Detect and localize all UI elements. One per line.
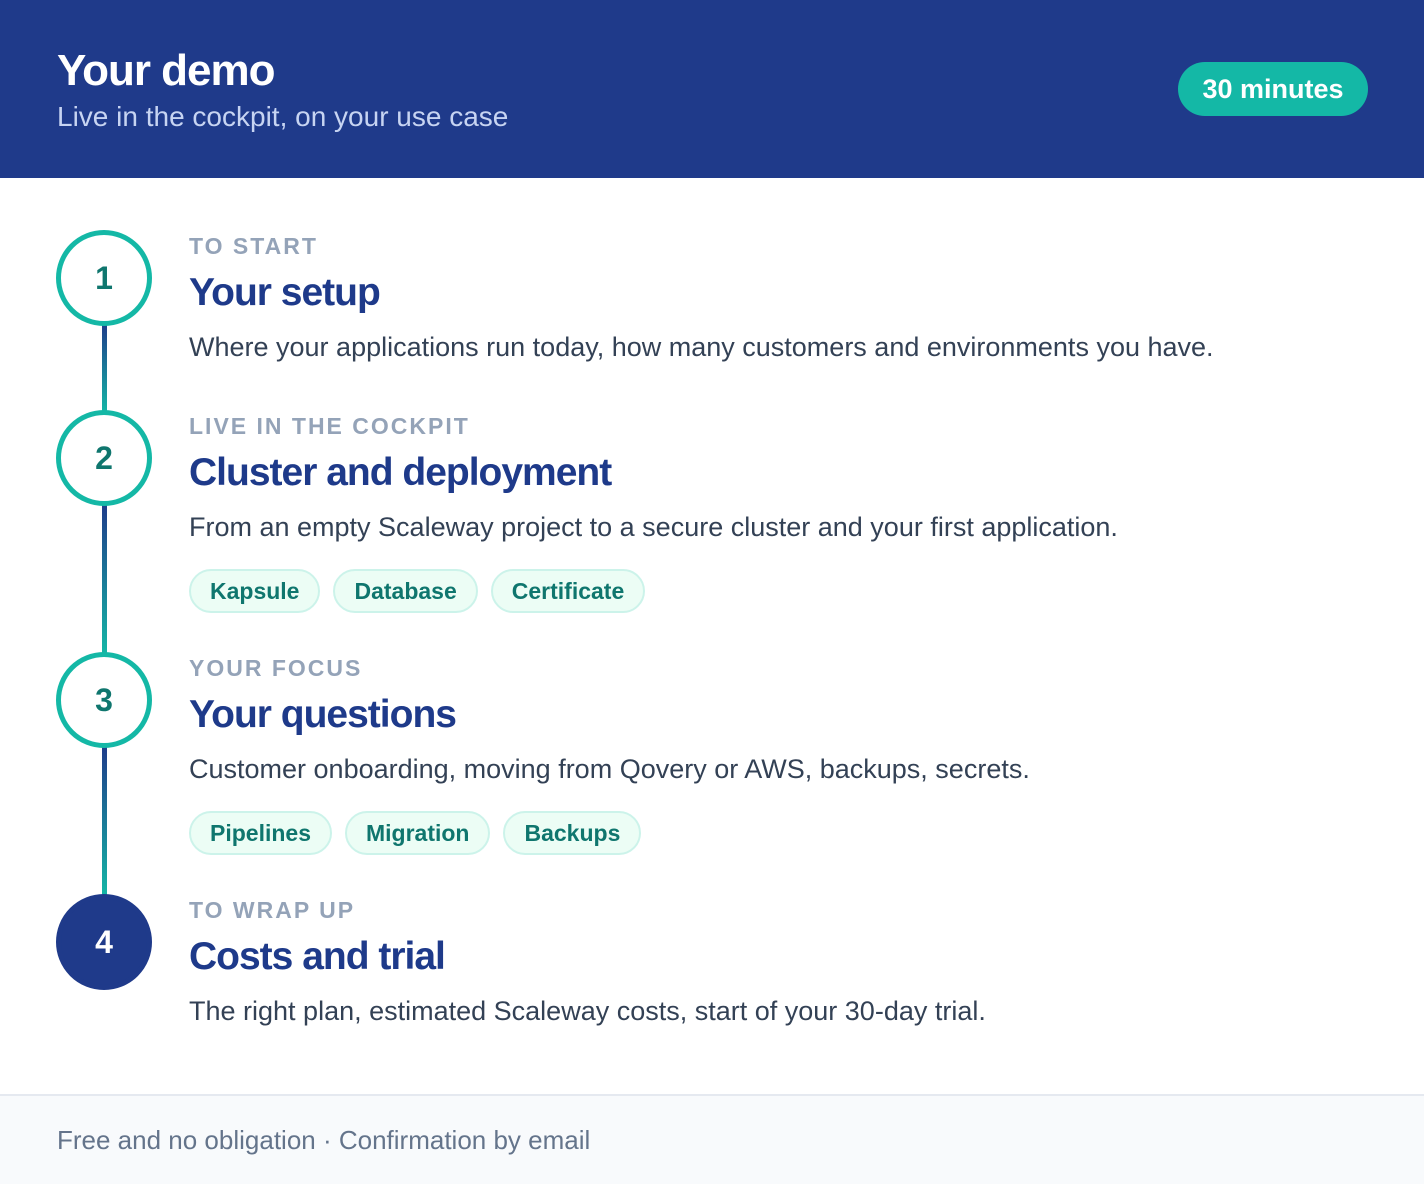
timeline-connector [102, 502, 107, 656]
tag-pipelines: Pipelines [189, 811, 332, 855]
step-number-badge: 4 [56, 894, 152, 990]
step-costs-trial: TO WRAP UP Costs and trial The right pla… [189, 897, 1389, 1027]
tag-list: Kapsule Database Certificate [189, 569, 1389, 613]
step-number-badge: 3 [56, 652, 152, 748]
tag-backups: Backups [503, 811, 642, 855]
step-number-badge: 1 [56, 230, 152, 326]
step-eyebrow: TO START [189, 233, 318, 259]
step-title: Costs and trial [189, 935, 446, 978]
demo-header: Your demo Live in the cockpit, on your u… [0, 0, 1424, 178]
tag-kapsule: Kapsule [189, 569, 321, 613]
step-description: Where your applications run today, how m… [189, 332, 1214, 362]
page-title: Your demo [57, 46, 276, 95]
step-eyebrow: TO WRAP UP [189, 897, 356, 923]
page-subtitle: Live in the cockpit, on your use case [57, 101, 509, 132]
step-questions: YOUR FOCUS Your questions Customer onboa… [189, 655, 1389, 855]
duration-badge: 30 minutes [1178, 62, 1368, 116]
step-description: From an empty Scaleway project to a secu… [189, 512, 1118, 542]
footer: Free and no obligation · Confirmation by… [0, 1094, 1424, 1184]
step-title: Your questions [189, 693, 457, 736]
step-cluster-deployment: LIVE IN THE COCKPIT Cluster and deployme… [189, 413, 1389, 613]
step-title: Cluster and deployment [189, 451, 612, 494]
tag-list: Pipelines Migration Backups [189, 811, 1389, 855]
step-setup: TO START Your setup Where your applicati… [189, 233, 1389, 363]
timeline-connector [102, 322, 107, 414]
step-number-badge: 2 [56, 410, 152, 506]
step-eyebrow: LIVE IN THE COCKPIT [189, 413, 470, 439]
footer-note: Free and no obligation · Confirmation by… [57, 1125, 591, 1155]
tag-migration: Migration [344, 811, 491, 855]
tag-certificate: Certificate [490, 569, 646, 613]
step-description: The right plan, estimated Scaleway costs… [189, 996, 986, 1026]
step-description: Customer onboarding, moving from Qovery … [189, 754, 1030, 784]
timeline-connector [102, 744, 107, 898]
tag-database: Database [333, 569, 478, 613]
step-title: Your setup [189, 271, 381, 314]
step-eyebrow: YOUR FOCUS [189, 655, 363, 681]
